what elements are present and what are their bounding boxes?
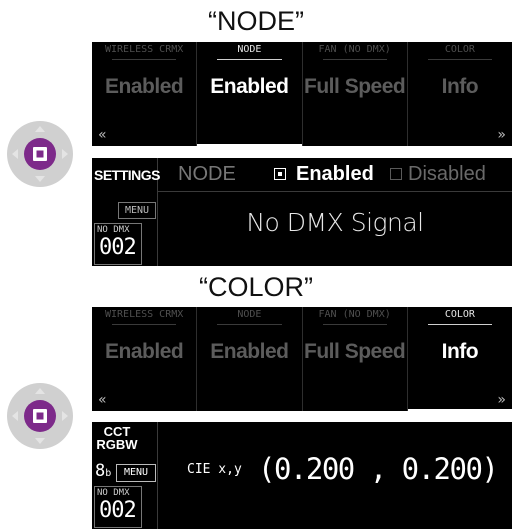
tab-label: COLOR xyxy=(444,309,475,320)
unchecked-box-icon[interactable] xyxy=(390,168,402,180)
option-disabled[interactable]: Disabled xyxy=(408,163,486,186)
tab-label: WIRELESS CRMX xyxy=(104,309,184,320)
bits-value: 8 xyxy=(95,461,106,481)
next-arrow-icon[interactable]: » xyxy=(497,392,506,408)
tab-node[interactable]: NODE Enabled xyxy=(197,307,303,411)
selected-bar xyxy=(197,144,302,146)
mode-label: SETTINGS xyxy=(94,167,161,183)
node-menu-panel: WIRELESS CRMX Enabled « NODE Enabled FAN… xyxy=(92,42,512,146)
cie-label: CIE x,y xyxy=(187,462,242,477)
tab-color[interactable]: COLOR Info » xyxy=(407,307,512,411)
caption-node: “NODE” xyxy=(208,6,304,36)
option-enabled[interactable]: Enabled xyxy=(296,163,374,186)
tab-underline xyxy=(112,324,177,325)
tab-node[interactable]: NODE Enabled xyxy=(197,42,303,146)
status-message: No DMX Signal xyxy=(246,208,424,237)
tab-value: Full Speed xyxy=(304,340,406,363)
checked-box-icon[interactable] xyxy=(274,168,286,180)
dmx-label: NO DMX xyxy=(97,225,130,235)
tab-value: Enabled xyxy=(210,340,289,363)
tab-color[interactable]: COLOR Info » xyxy=(408,42,512,146)
menu-button[interactable]: MENU xyxy=(116,464,156,482)
tab-label: COLOR xyxy=(444,44,475,55)
tab-value: Enabled xyxy=(105,75,184,98)
tab-underline xyxy=(322,324,387,325)
tab-value: Enabled xyxy=(105,340,184,363)
tab-label: NODE xyxy=(237,44,262,55)
tab-value: Enabled xyxy=(210,75,289,98)
next-arrow-icon[interactable]: » xyxy=(497,127,506,143)
tab-underline xyxy=(112,59,177,60)
tab-fan[interactable]: FAN (NO DMX) Full Speed xyxy=(303,307,408,411)
page-title: NODE xyxy=(178,163,236,185)
tab-label: NODE xyxy=(237,309,262,320)
dmx-address-box: NO DMX 002 xyxy=(94,223,142,265)
tab-wireless-crmx[interactable]: WIRELESS CRMX Enabled « xyxy=(92,42,198,146)
tab-value: Info xyxy=(441,75,479,98)
color-menu-panel: WIRELESS CRMX Enabled « NODE Enabled FAN… xyxy=(92,307,512,411)
tab-value: Full Speed xyxy=(304,75,406,98)
bits-sub: b xyxy=(105,468,112,479)
tab-label: FAN (NO DMX) xyxy=(318,309,391,320)
tab-underline xyxy=(427,59,492,60)
bit-depth: 8b xyxy=(95,461,111,481)
tab-underline xyxy=(427,324,492,325)
mode-label: CCT RGBW xyxy=(92,425,142,451)
status-sidebar: CCT RGBW 8b MENU NO DMX 002 xyxy=(92,422,158,529)
status-sidebar: SETTINGS MENU NO DMX 002 xyxy=(92,158,161,266)
prev-arrow-icon[interactable]: « xyxy=(98,127,107,143)
cie-value: (0.200 , 0.200) xyxy=(258,452,499,486)
mode-line2: RGBW xyxy=(96,437,138,452)
tab-value: Info xyxy=(441,340,479,363)
tab-fan[interactable]: FAN (NO DMX) Full Speed xyxy=(303,42,408,146)
dmx-value: 002 xyxy=(99,498,137,523)
jog-dial-icon[interactable] xyxy=(6,120,74,188)
color-status-panel: CCT RGBW 8b MENU NO DMX 002 CIE x,y (0.2… xyxy=(92,422,512,529)
tab-label: WIRELESS CRMX xyxy=(104,44,184,55)
prev-arrow-icon[interactable]: « xyxy=(98,392,107,408)
selected-bar xyxy=(407,409,512,411)
caption-color: “COLOR” xyxy=(199,272,313,302)
jog-dial-icon[interactable] xyxy=(6,382,74,450)
tab-wireless-crmx[interactable]: WIRELESS CRMX Enabled « xyxy=(92,307,198,411)
node-status-panel: SETTINGS MENU NO DMX 002 NODE Enabled Di… xyxy=(92,158,512,266)
status-header: NODE Enabled Disabled xyxy=(158,158,512,192)
tab-label: FAN (NO DMX) xyxy=(318,44,391,55)
tab-underline xyxy=(217,59,282,60)
dmx-value: 002 xyxy=(99,235,137,260)
dmx-label: NO DMX xyxy=(97,488,130,498)
menu-button[interactable]: MENU xyxy=(118,202,156,219)
tab-underline xyxy=(217,324,282,325)
tab-underline xyxy=(322,59,387,60)
dmx-address-box: NO DMX 002 xyxy=(94,486,142,528)
